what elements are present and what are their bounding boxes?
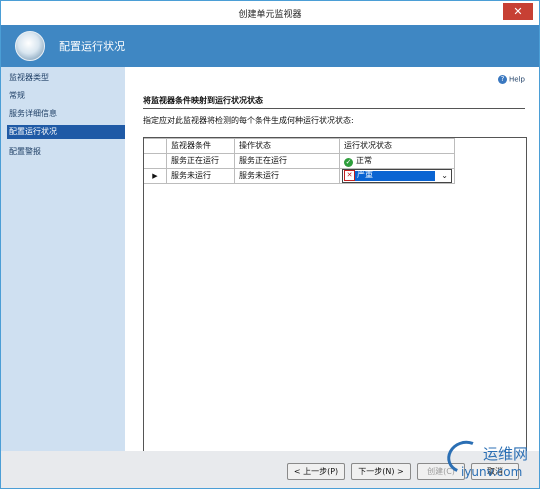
- health-mapping-table: 监视器条件 操作状态 运行状况状态 服务正在运行 服务正在运行 ✓ 正常 ▶ 服务…: [144, 138, 455, 184]
- health-mapping-grid: 监视器条件 操作状态 运行状况状态 服务正在运行 服务正在运行 ✓ 正常 ▶ 服务…: [143, 137, 527, 486]
- next-button[interactable]: 下一步(N) >: [351, 463, 411, 480]
- dropdown-selected-value: 严重: [357, 170, 373, 179]
- check-icon: ✓: [344, 158, 353, 167]
- sidebar-item-service-details[interactable]: 服务详细信息: [7, 107, 125, 121]
- health-cell[interactable]: ✓ 正常: [339, 153, 455, 169]
- watermark-url: iyunv.com: [461, 465, 523, 479]
- health-cell[interactable]: ✕ 严重 ⌄: [339, 168, 455, 184]
- window-title: 创建单元监视器: [238, 10, 302, 20]
- health-value: 正常: [356, 156, 372, 165]
- sidebar-item-general[interactable]: 常规: [7, 89, 125, 103]
- column-header-condition: 监视器条件: [166, 138, 235, 154]
- header-banner: 配置运行状况: [1, 25, 539, 67]
- condition-cell: 服务未运行: [166, 168, 235, 184]
- condition-cell: 服务正在运行: [166, 153, 235, 169]
- operation-cell: 服务正在运行: [234, 153, 340, 169]
- wizard-steps-sidebar: 监视器类型 常规 服务详细信息 配置运行状况 配置警报: [1, 67, 125, 488]
- section-title: 将监视器条件映射到运行状况状态: [143, 96, 263, 105]
- row-header-corner: [144, 138, 167, 154]
- row-marker: ▶: [144, 168, 167, 184]
- health-state-dropdown[interactable]: ✕ 严重 ⌄: [342, 169, 452, 183]
- help-label: Help: [509, 75, 525, 84]
- table-row[interactable]: ▶ 服务未运行 服务未运行 ✕ 严重 ⌄: [144, 168, 455, 184]
- help-link[interactable]: ? Help: [498, 75, 525, 84]
- error-icon: ✕: [344, 170, 355, 181]
- help-icon: ?: [498, 75, 508, 84]
- watermark-text: 运维网: [483, 445, 529, 463]
- sidebar-item-monitor-type[interactable]: 监视器类型: [7, 71, 125, 85]
- instruction-text: 指定应对此监视器将检测的每个条件生成何种运行状况状态:: [143, 116, 354, 125]
- close-button[interactable]: ✕: [503, 3, 533, 20]
- table-row[interactable]: 服务正在运行 服务正在运行 ✓ 正常: [144, 153, 455, 169]
- wizard-circle-icon: [15, 31, 45, 61]
- sidebar-item-configure-alerts[interactable]: 配置警报: [7, 145, 125, 159]
- site-watermark: 运维网 iyunv.com: [441, 435, 537, 487]
- table-header-row: 监视器条件 操作状态 运行状况状态: [144, 138, 455, 154]
- row-marker: [144, 153, 167, 169]
- column-header-health: 运行状况状态: [339, 138, 455, 154]
- chevron-down-icon[interactable]: ⌄: [441, 170, 448, 182]
- main-content: ? Help 将监视器条件映射到运行状况状态 指定应对此监视器将检测的每个条件生成…: [125, 67, 539, 488]
- column-header-operation: 操作状态: [234, 138, 340, 154]
- wizard-window: 创建单元监视器 ✕ 配置运行状况 监视器类型 常规 服务详细信息 配置运行状况 …: [0, 0, 540, 489]
- operation-cell: 服务未运行: [234, 168, 340, 184]
- previous-button[interactable]: < 上一步(P): [287, 463, 345, 480]
- title-bar: 创建单元监视器 ✕: [1, 1, 539, 25]
- page-title: 配置运行状况: [59, 40, 125, 53]
- section-divider: [143, 108, 525, 109]
- sidebar-item-configure-health[interactable]: 配置运行状况: [7, 125, 125, 139]
